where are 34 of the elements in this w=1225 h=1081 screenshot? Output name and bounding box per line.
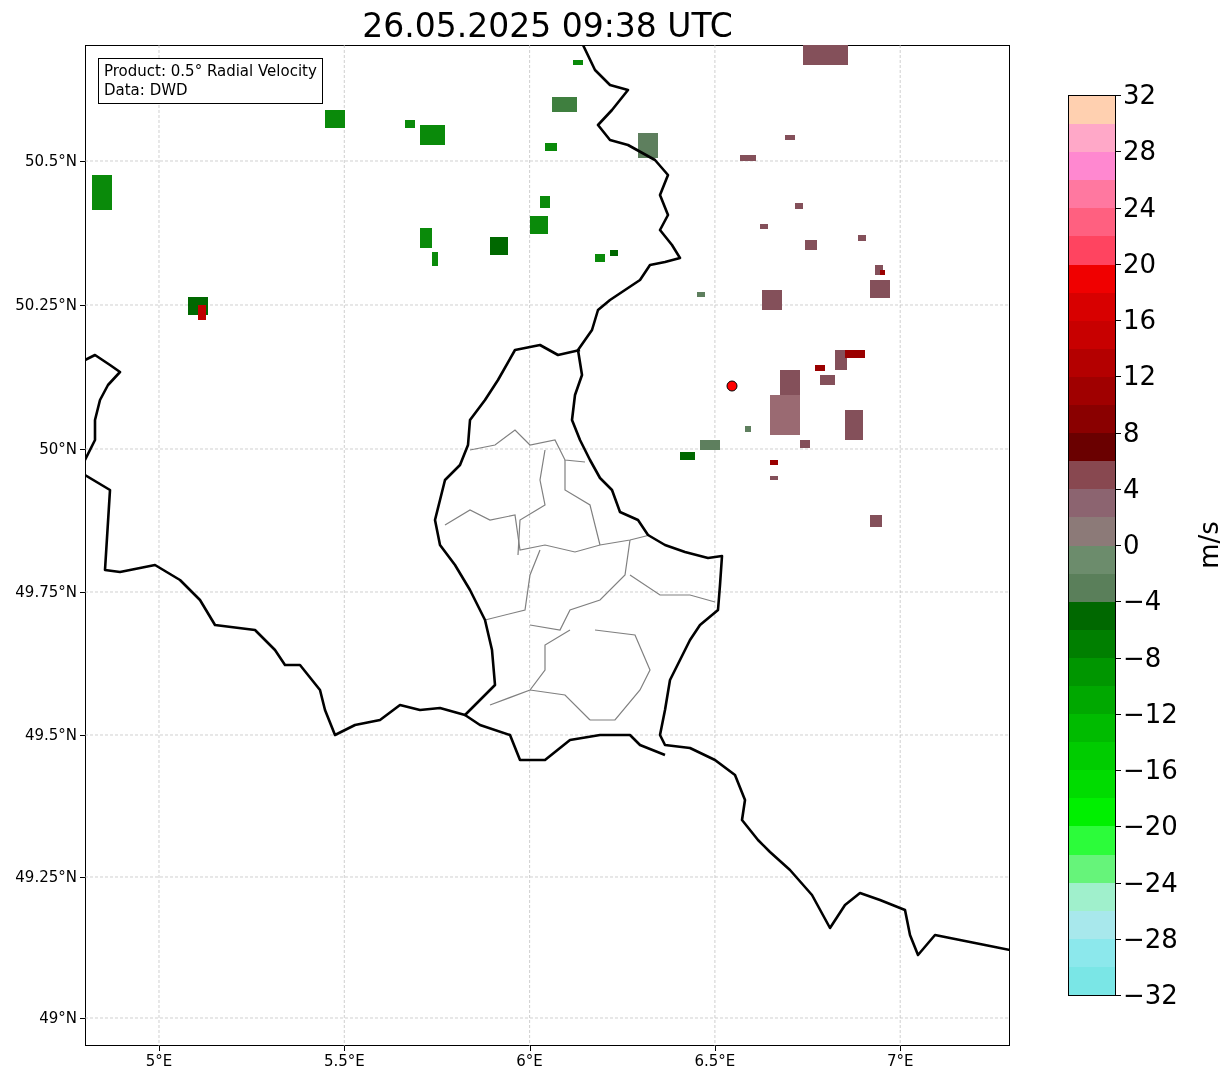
colorbar-tick-label: −4	[1123, 586, 1162, 617]
axis-tick-label: 50°N	[39, 440, 77, 458]
colorbar-tick-label: −24	[1123, 867, 1178, 898]
chart-title: 26.05.2025 09:38 UTC	[361, 5, 734, 47]
axis-tick-label: 6°E	[516, 1052, 543, 1070]
colorbar-tick-label: −8	[1123, 642, 1162, 673]
radar-site-marker	[726, 380, 738, 392]
axis-tick-label: 49.25°N	[15, 868, 77, 886]
colorbar-tick-label: 4	[1123, 473, 1140, 504]
info-text: Data: DWD	[104, 81, 189, 100]
axis-tick-label: 5°E	[145, 1052, 173, 1070]
colorbar-tick-label: −12	[1123, 698, 1178, 729]
axis-tick-label: 50.5°N	[24, 152, 77, 170]
colorbar-tick-label: −20	[1123, 811, 1178, 842]
colorbar-tick-label: 8	[1123, 417, 1140, 448]
colorbar-tick-label: 0	[1123, 530, 1140, 560]
axis-tick-label: 50.25°N	[15, 296, 77, 314]
colorbar-tick-label: −16	[1123, 755, 1178, 785]
colorbar-tick-label: −28	[1123, 923, 1178, 954]
axis-tick-label: 49°N	[39, 1009, 77, 1027]
axis-tick-label: 49.5°N	[24, 726, 77, 744]
axis-tick-label: 49.75°N	[15, 583, 77, 601]
colorbar-tick-label: 16	[1123, 305, 1157, 335]
axis-tick-label: 7°E	[886, 1052, 914, 1070]
colorbar-label: m/s	[1193, 521, 1224, 569]
axis-tick-label: 6.5°E	[694, 1052, 736, 1070]
colorbar-tick-label: −32	[1123, 980, 1178, 1010]
colorbar-tick-label: 32	[1123, 80, 1157, 110]
colorbar-tick-label: 12	[1123, 361, 1157, 392]
colorbar-tick-label: 24	[1123, 192, 1157, 223]
colorbar-tick-label: 28	[1123, 136, 1157, 167]
info-text: Product: 0.5° Radial Velocity	[104, 62, 317, 81]
axis-tick-label: 5.5°E	[323, 1052, 365, 1070]
colorbar-tick-label: 20	[1123, 248, 1157, 279]
